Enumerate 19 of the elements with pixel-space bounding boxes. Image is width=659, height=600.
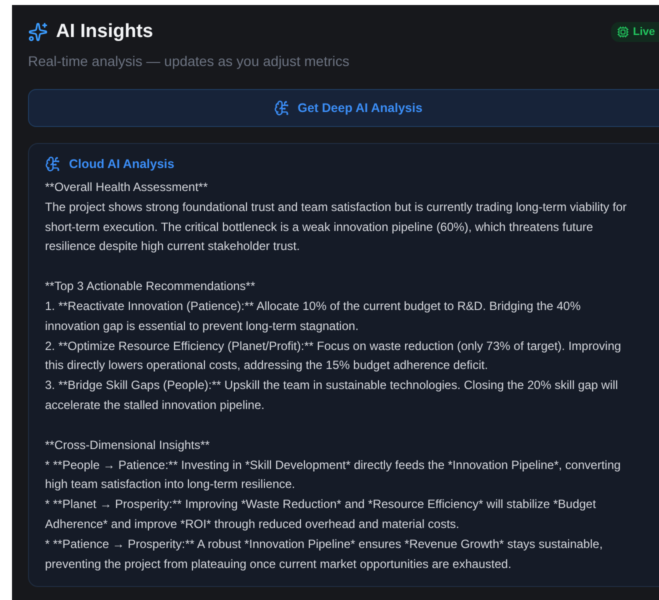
brain-icon (45, 156, 61, 172)
panel-subtitle: Real-time analysis — updates as you adjust metrics (28, 53, 350, 69)
analysis-text: The project shows strong foundational trust and team satisfaction but is currently trading long-term viability for short-term execution. The critical bottleneck is a weak innovation pipeline (60%), which threatens future resilience despite high current stakeholder trust. (45, 198, 628, 256)
analysis-text: **Top 3 Actionable Recommendations** (45, 278, 256, 296)
brain-icon (274, 100, 290, 116)
analysis-text: * **Planet → Prosperity:** Improving *Waste Reduction* and *Resource Efficiency* will stabilize *Budget Adherence* and improve *ROI* through reduced overhead and material costs. (45, 496, 597, 533)
analysis-text: 2. **Optimize Resource Efficiency (Planet/Profit):** Focus on waste reduction (only 73% of target). Improving this directly lowers operational costs, addressing the 15% budget adherence deficit. (45, 338, 622, 374)
chip-icon (616, 26, 629, 38)
analysis-text: **Overall Health Assessment** (45, 179, 209, 196)
analysis-text: 1. **Reactivate Innovation (Patience):** Allocate 10% of the current budget to R&D. Bridging the 40% innovation gap is essential to prevent long-term stagnation. (45, 298, 582, 335)
analysis-text: **Cross-Dimensional Insights** (45, 436, 211, 454)
analysis-text: * **Patience → Prosperity:** A robust *Innovation Pipeline* ensures *Revenue Growth* stays sustainable, preventing the project from plateauing once current market opportunities are exhausted. (45, 536, 604, 573)
card-title: Cloud AI Analysis (69, 157, 174, 171)
analysis-text: 3. **Bridge Skill Gaps (People):** Upskill the team in sustainable technologies. Closing the 20% skill gap will accelerate the stalled innovation pipeline. (45, 377, 619, 414)
deep-analysis-button[interactable]: Get Deep AI Analysis (28, 89, 659, 127)
live-badge: Live (610, 22, 659, 42)
sparkle-icon (28, 22, 48, 42)
analysis-text: * **People → Patience:** Investing in *Skill Development* directly feeds the *Innovation Pipeline*, converting high team satisfaction into long-term resilience. (45, 456, 622, 494)
panel-title: AI Insights (56, 21, 154, 43)
